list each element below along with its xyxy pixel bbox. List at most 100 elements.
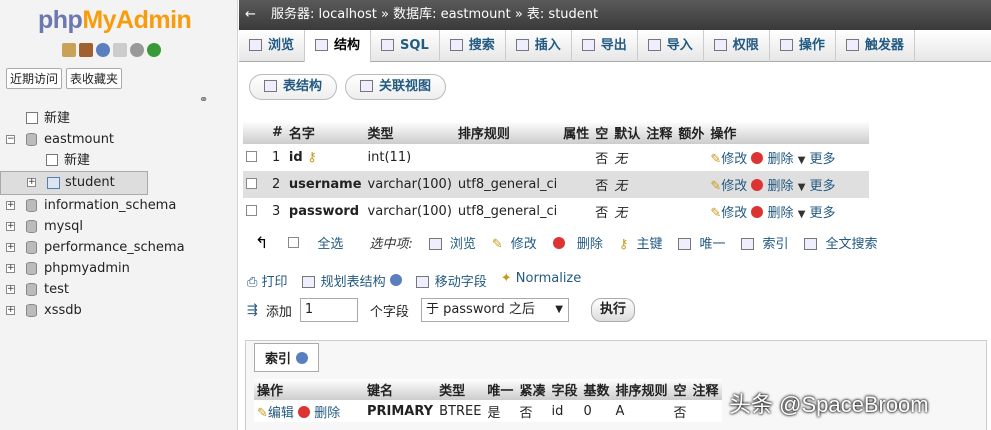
tree-item-label[interactable]: phpmyadmin — [44, 258, 130, 279]
tree-item-label[interactable]: xssdb — [44, 300, 82, 321]
tab-privileges[interactable]: 权限 — [704, 30, 770, 62]
col-extra[interactable]: 额外 — [675, 121, 708, 144]
bulk-browse[interactable]: 浏览 — [428, 233, 484, 252]
row-checkbox[interactable] — [246, 205, 257, 216]
col-default[interactable]: 默认 — [611, 121, 644, 144]
delete-link[interactable]: 删除 — [751, 206, 794, 221]
tree-item[interactable]: + test — [0, 279, 238, 300]
relation-view-tab[interactable]: 关联视图 — [345, 74, 447, 100]
table-structure-tab[interactable]: 表结构 — [249, 74, 338, 100]
help-icon[interactable] — [295, 352, 308, 364]
collapse-icon[interactable]: − — [6, 135, 15, 144]
normalize-link[interactable]: ✦ Normalize — [501, 271, 582, 290]
tab-operations[interactable]: 操作 — [770, 30, 836, 62]
bulk-primary[interactable]: ⚷ 主键 — [619, 233, 671, 252]
tree-item[interactable]: + mysql — [0, 216, 238, 237]
favorites-tab[interactable]: 表收藏夹 — [66, 68, 123, 89]
tree-item[interactable]: + phpmyadmin — [0, 258, 238, 279]
reload-icon[interactable] — [147, 43, 161, 57]
col-comment[interactable]: 注释 — [643, 121, 676, 144]
tree-item-label[interactable]: mysql — [44, 216, 83, 237]
logout-icon[interactable] — [79, 43, 93, 57]
check-all-label[interactable]: 全选 — [317, 233, 343, 252]
row-checkbox[interactable] — [246, 178, 257, 189]
tree-item[interactable]: + information_schema — [0, 195, 238, 216]
tab-export[interactable]: 导出 — [572, 30, 638, 62]
row-checkbox[interactable] — [246, 151, 257, 162]
tree-item-label[interactable]: 新建 — [44, 108, 70, 129]
tree-item[interactable]: + student — [0, 171, 148, 195]
tab-browse[interactable]: 浏览 — [239, 30, 306, 62]
tab-search[interactable]: 搜索 — [440, 30, 506, 62]
database-crumb[interactable]: 数据库: eastmount — [393, 7, 511, 22]
index-delete-link[interactable]: 删除 — [298, 405, 340, 421]
relation-icon — [360, 80, 374, 92]
expand-icon[interactable]: + — [6, 243, 15, 252]
print-link[interactable]: ⎙ 打印 — [247, 271, 288, 290]
tab-insert[interactable]: 插入 — [506, 30, 572, 62]
propose-structure-link[interactable]: 规划表结构 — [301, 271, 402, 290]
help-icon[interactable] — [389, 274, 402, 286]
expand-icon[interactable]: + — [6, 222, 15, 231]
expand-icon[interactable]: + — [6, 264, 15, 273]
column-position-select[interactable]: 于 password 之后 ▼ — [420, 298, 569, 322]
recent-tab[interactable]: 近期访问 — [6, 68, 63, 89]
server-crumb[interactable]: 服务器: localhost — [271, 7, 377, 22]
expand-icon[interactable]: + — [27, 178, 36, 187]
tree-item-label[interactable]: test — [44, 279, 69, 300]
tree-item-label[interactable]: information_schema — [44, 195, 176, 216]
tab-structure[interactable]: 结构 — [305, 30, 372, 63]
tree-item[interactable]: 新建 — [0, 150, 238, 171]
phpmyadmin-logo[interactable]: phpMyAdmin — [38, 6, 192, 35]
link-icon[interactable]: ⚭ — [199, 93, 208, 106]
table-crumb[interactable]: 表: student — [527, 7, 598, 22]
column-count-input[interactable]: 1 — [299, 298, 358, 322]
delete-link[interactable]: 删除 — [751, 179, 794, 194]
tab-triggers[interactable]: 触发器 — [836, 30, 915, 62]
expand-icon[interactable]: + — [6, 285, 15, 294]
delete-link[interactable]: 删除 — [751, 152, 794, 167]
field-name: username — [285, 171, 365, 198]
check-all-checkbox[interactable] — [288, 237, 300, 248]
tree-item-label[interactable]: 新建 — [64, 150, 90, 171]
tab-sql[interactable]: SQL — [371, 30, 440, 62]
edit-link[interactable]: ✎修改 — [710, 152, 747, 167]
idx-col-packed: 紧凑 — [516, 379, 549, 400]
move-columns-link[interactable]: 移动字段 — [415, 271, 487, 290]
settings-icon[interactable] — [130, 43, 144, 57]
expand-icon[interactable]: + — [6, 201, 15, 210]
index-edit-link[interactable]: ✎编辑 — [257, 406, 294, 421]
tree-item[interactable]: 新建 — [0, 108, 238, 129]
go-button[interactable]: 执行 — [590, 298, 635, 322]
bulk-delete[interactable]: 删除 — [552, 233, 611, 252]
tree-item-label[interactable]: performance_schema — [44, 237, 185, 258]
fields-header-row: # 名字 类型 排序规则 属性 空 默认 注释 额外 操作 — [243, 121, 870, 144]
more-link[interactable]: ▼ 更多 — [798, 179, 836, 194]
bulk-unique[interactable]: 唯一 — [678, 233, 733, 252]
bulk-fulltext[interactable]: 全文搜索 — [804, 233, 885, 252]
home-icon[interactable] — [62, 43, 76, 57]
docs-icon[interactable] — [113, 43, 127, 57]
col-name[interactable]: 名字 — [285, 121, 365, 144]
tab-import[interactable]: 导入 — [638, 30, 704, 62]
edit-link[interactable]: ✎修改 — [710, 179, 747, 194]
more-link[interactable]: ▼ 更多 — [798, 152, 836, 167]
bulk-edit[interactable]: ✎ 修改 — [492, 233, 545, 252]
edit-link[interactable]: ✎修改 — [710, 206, 747, 221]
bulk-index[interactable]: 索引 — [741, 233, 796, 252]
more-link[interactable]: ▼ 更多 — [798, 206, 836, 221]
help-icon[interactable] — [96, 43, 110, 57]
tree-item-label[interactable]: eastmount — [44, 129, 114, 150]
col-attributes[interactable]: 属性 — [560, 121, 593, 144]
search-icon — [449, 39, 463, 51]
tree-item-label[interactable]: student — [65, 174, 115, 192]
col-type[interactable]: 类型 — [364, 121, 455, 144]
tree-item[interactable]: + performance_schema — [0, 237, 238, 258]
caret-down-icon: ▼ — [797, 209, 806, 220]
col-collation[interactable]: 排序规则 — [454, 121, 561, 144]
back-arrow-icon[interactable]: ← — [245, 0, 256, 30]
expand-icon[interactable]: + — [6, 306, 15, 315]
col-null[interactable]: 空 — [592, 121, 612, 144]
tree-item[interactable]: + xssdb — [0, 300, 238, 321]
tree-item[interactable]: − eastmount — [0, 129, 238, 150]
